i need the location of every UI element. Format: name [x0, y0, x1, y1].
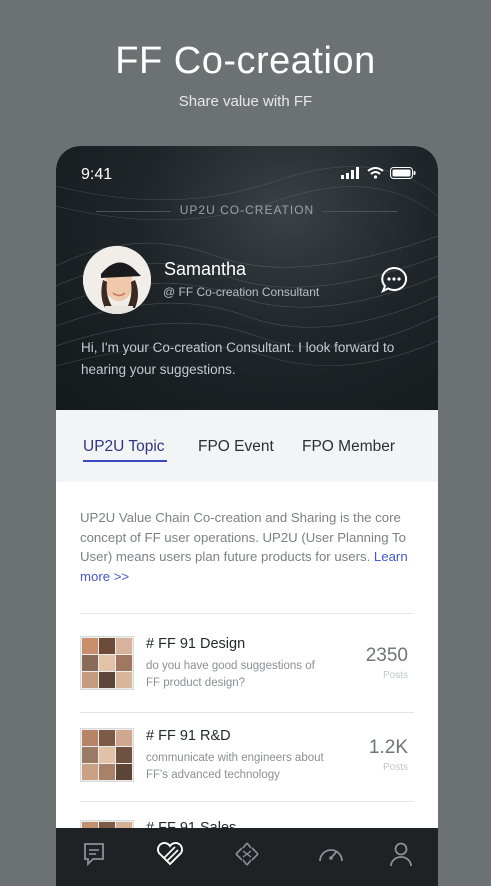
- nav-profile[interactable]: [387, 840, 415, 868]
- status-time: 9:41: [81, 166, 113, 183]
- topic-post-count: 2350: [365, 645, 408, 666]
- hero-title: FF Co-creation: [115, 40, 376, 82]
- status-icons: [341, 167, 416, 179]
- topic-item[interactable]: # FF 91 Design do you have good suggesti…: [80, 636, 414, 696]
- intro-text: UP2U Value Chain Co-creation and Sharing…: [80, 510, 406, 564]
- consultant-header: 9:41 UP2U CO-CREATION Samantha @ FF Co-c…: [56, 146, 438, 410]
- battery-icon: [390, 167, 416, 179]
- divider: [80, 801, 414, 802]
- consultant-role: @ FF Co-creation Consultant: [163, 285, 320, 299]
- divider: [80, 712, 414, 713]
- active-tab-indicator: [83, 460, 167, 462]
- consultant-avatar[interactable]: [83, 246, 151, 314]
- dashboard-gauge-icon: [319, 849, 343, 862]
- topic-thumbnail: [80, 636, 134, 690]
- brand-line-right: [322, 211, 397, 212]
- topic-description: do you have good suggestions of FF produ…: [146, 660, 315, 689]
- tab-up2u-topic[interactable]: UP2U Topic: [83, 438, 165, 456]
- nav-dashboard[interactable]: [317, 840, 345, 868]
- co-creation-heart-icon: [157, 842, 183, 866]
- bottom-nav: [56, 828, 438, 886]
- consultant-name: Samantha: [164, 259, 247, 279]
- divider: [80, 613, 414, 614]
- tab-fpo-event[interactable]: FPO Event: [198, 438, 274, 456]
- nav-co-creation[interactable]: [156, 840, 184, 868]
- posts-icon: [84, 843, 104, 867]
- topic-title: # FF 91 R&D: [146, 728, 231, 744]
- topic-item[interactable]: # FF 91 R&D communicate with engineers a…: [80, 728, 414, 788]
- topic-post-count: 1.2K: [368, 737, 408, 758]
- intro-paragraph: UP2U Value Chain Co-creation and Sharing…: [80, 508, 415, 586]
- phone-screen: 9:41 UP2U CO-CREATION Samantha @ FF Co-c…: [56, 146, 438, 886]
- topic-post-unit: Posts: [382, 670, 408, 681]
- topic-title: # FF 91 Design: [146, 636, 246, 652]
- tab-fpo-member[interactable]: FPO Member: [302, 438, 395, 456]
- topic-description: communicate with engineers about FF's ad…: [146, 752, 324, 781]
- signal-icon: [341, 167, 359, 179]
- consultant-greeting: Hi, I'm your Co-creation Consultant. I l…: [81, 340, 395, 377]
- topic-thumbnail: [80, 728, 134, 782]
- chat-bubble-icon: [381, 266, 408, 294]
- tab-bar: UP2U Topic FPO Event FPO Member: [56, 410, 438, 482]
- hero-subtitle: Share value with FF: [178, 93, 313, 110]
- chat-button[interactable]: [380, 266, 408, 299]
- wifi-icon: [367, 167, 384, 179]
- ff-logo-icon: [235, 842, 259, 866]
- brand-label: UP2U CO-CREATION: [179, 203, 315, 217]
- avatar-image: [83, 246, 151, 314]
- nav-posts[interactable]: [81, 840, 109, 868]
- profile-icon: [390, 842, 412, 867]
- topic-post-unit: Posts: [382, 762, 408, 773]
- nav-ff-home[interactable]: [233, 840, 261, 868]
